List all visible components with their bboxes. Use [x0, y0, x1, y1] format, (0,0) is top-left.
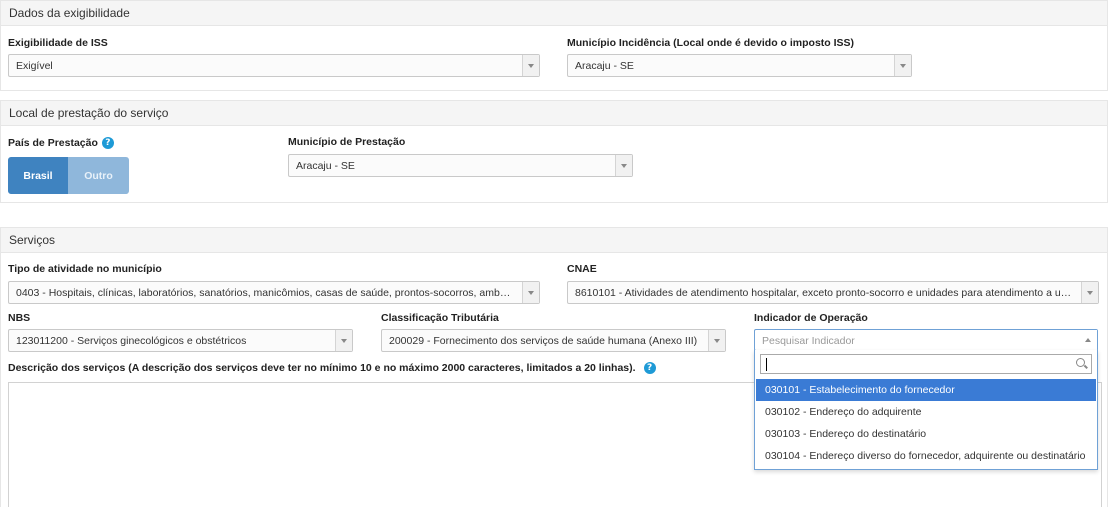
chevron-down-icon[interactable] — [522, 55, 539, 76]
prestacao-section-title: Local de prestação do serviço — [1, 101, 1107, 126]
descricao-label-text: Descrição dos serviços (A descrição dos … — [8, 362, 636, 374]
cnae-label: CNAE — [567, 263, 597, 275]
chevron-up-icon[interactable] — [1080, 330, 1097, 350]
atividade-select[interactable]: 0403 - Hospitais, clínicas, laboratórios… — [8, 281, 540, 304]
municipio-prestacao-label: Município de Prestação — [288, 136, 406, 148]
help-icon[interactable]: ? — [101, 137, 114, 150]
municipio-incidencia-value: Aracaju - SE — [575, 60, 634, 72]
chevron-down-icon[interactable] — [1081, 282, 1098, 303]
indicador-placeholder: Pesquisar Indicador — [762, 335, 855, 347]
chevron-down-icon[interactable] — [894, 55, 911, 76]
chevron-down-icon[interactable] — [615, 155, 632, 176]
indicador-option[interactable]: 030101 - Estabelecimento do fornecedor — [756, 379, 1096, 401]
pais-brasil-button[interactable]: Brasil — [8, 157, 68, 194]
municipio-prestacao-value: Aracaju - SE — [296, 160, 355, 172]
exigibilidade-iss-select[interactable]: Exigível — [8, 54, 540, 77]
text-cursor — [766, 358, 767, 371]
chevron-down-icon[interactable] — [708, 330, 725, 351]
indicador-dropdown: 030101 - Estabelecimento do fornecedor 0… — [754, 350, 1098, 470]
classificacao-value: 200029 - Fornecimento dos serviços de sa… — [389, 335, 698, 347]
exigibilidade-iss-value: Exigível — [16, 60, 53, 72]
pais-outro-button[interactable]: Outro — [68, 157, 129, 194]
help-icon[interactable]: ? — [643, 362, 656, 375]
cnae-select[interactable]: 8610101 - Atividades de atendimento hosp… — [567, 281, 1099, 304]
pais-prestacao-label-text: País de Prestação — [8, 137, 98, 149]
exigibilidade-panel: Dados da exigibilidade — [0, 0, 1108, 91]
classificacao-label: Classificação Tributária — [381, 312, 499, 324]
search-icon — [1076, 358, 1085, 367]
indicador-label: Indicador de Operação — [754, 312, 868, 324]
nbs-value: 123011200 - Serviços ginecológicos e obs… — [16, 335, 247, 347]
atividade-label: Tipo de atividade no município — [8, 263, 162, 275]
municipio-incidencia-select[interactable]: Aracaju - SE — [567, 54, 912, 77]
indicador-option[interactable]: 030102 - Endereço do adquirente — [756, 401, 1096, 423]
chevron-down-icon[interactable] — [522, 282, 539, 303]
prestacao-panel: Local de prestação do serviço — [0, 100, 1108, 203]
nbs-select[interactable]: 123011200 - Serviços ginecológicos e obs… — [8, 329, 353, 352]
descricao-label: Descrição dos serviços (A descrição dos … — [8, 362, 656, 375]
indicador-search-input[interactable] — [760, 354, 1092, 374]
nbs-label: NBS — [8, 312, 31, 324]
atividade-value: 0403 - Hospitais, clínicas, laboratórios… — [16, 287, 515, 299]
exigibilidade-section-title: Dados da exigibilidade — [1, 1, 1107, 26]
exigibilidade-iss-label: Exigibilidade de ISS — [8, 37, 108, 49]
municipio-prestacao-select[interactable]: Aracaju - SE — [288, 154, 633, 177]
pais-prestacao-label: País de Prestação? — [8, 137, 114, 150]
indicador-option[interactable]: 030104 - Endereço diverso do fornecedor,… — [756, 445, 1096, 467]
servicos-section-title: Serviços — [1, 228, 1107, 253]
municipio-incidencia-label: Município Incidência (Local onde é devid… — [567, 37, 855, 49]
chevron-down-icon[interactable] — [335, 330, 352, 351]
indicador-option[interactable]: 030103 - Endereço do destinatário — [756, 423, 1096, 445]
cnae-value: 8610101 - Atividades de atendimento hosp… — [575, 287, 1074, 299]
pais-prestacao-toggle: Brasil Outro — [8, 157, 129, 194]
indicador-options-list: 030101 - Estabelecimento do fornecedor 0… — [756, 379, 1096, 467]
classificacao-select[interactable]: 200029 - Fornecimento dos serviços de sa… — [381, 329, 726, 352]
indicador-select[interactable]: Pesquisar Indicador — [754, 329, 1098, 351]
